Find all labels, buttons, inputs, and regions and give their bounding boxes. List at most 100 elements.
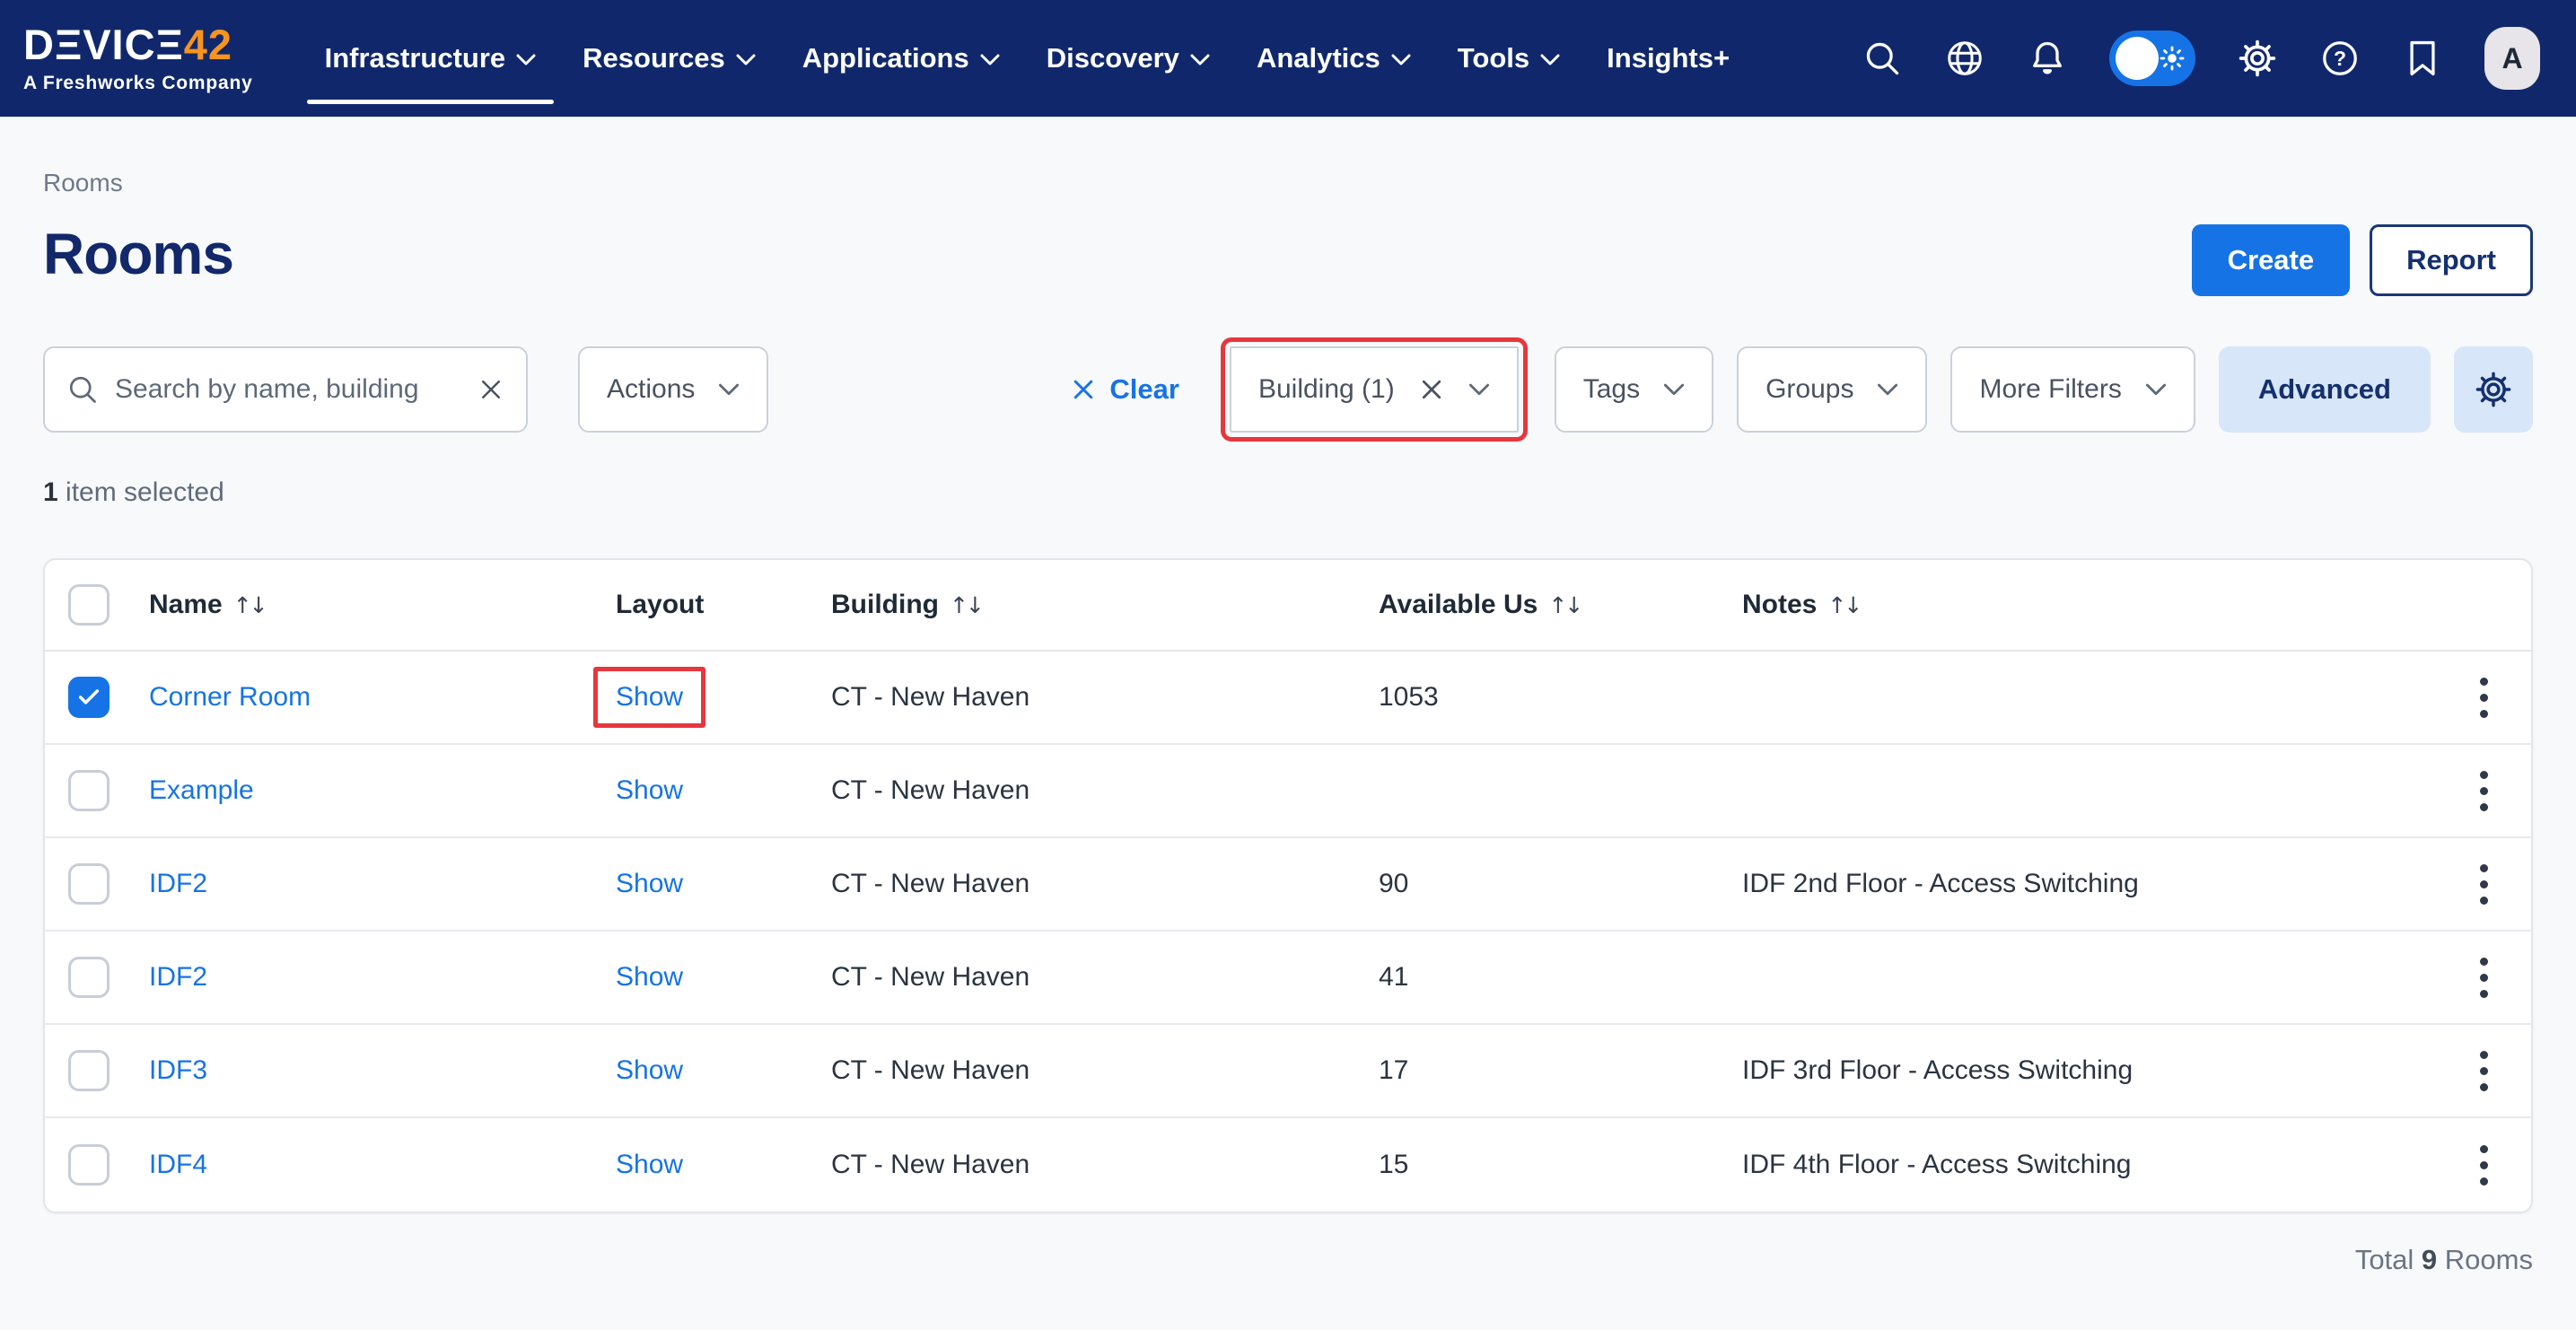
layout-show-link[interactable]: Show xyxy=(616,775,683,805)
search-icon[interactable] xyxy=(1862,38,1903,79)
building-filter-chip[interactable]: Building (1) xyxy=(1230,346,1519,433)
table-footer: Total 9 Rooms xyxy=(43,1244,2533,1276)
search-input[interactable] xyxy=(115,374,461,405)
select-all-checkbox[interactable] xyxy=(68,584,110,626)
nav-item-discovery[interactable]: Discovery xyxy=(1023,0,1233,117)
page-title: Rooms xyxy=(43,221,233,287)
create-button[interactable]: Create xyxy=(2192,224,2351,296)
layout-show-link[interactable]: Show xyxy=(616,869,683,898)
chevron-down-icon xyxy=(1190,54,1210,66)
column-header-building[interactable]: Building ↑↓ xyxy=(831,590,1379,620)
more-filters-label: More Filters xyxy=(1979,374,2121,405)
tags-filter-dropdown[interactable]: Tags xyxy=(1555,346,1713,433)
chevron-down-icon xyxy=(1540,54,1560,66)
room-name-link[interactable]: IDF3 xyxy=(149,1055,207,1085)
nav-item-applications[interactable]: Applications xyxy=(779,0,1023,117)
table-body: Corner Room Show CT - New Haven 1053 Exa… xyxy=(45,652,2531,1212)
table-settings-button[interactable] xyxy=(2454,346,2533,433)
column-label: Available Us xyxy=(1379,590,1538,620)
chevron-down-icon xyxy=(980,54,1000,66)
title-actions: Create Report xyxy=(2192,224,2533,296)
room-name-link[interactable]: Example xyxy=(149,775,254,805)
column-header-notes[interactable]: Notes ↑↓ xyxy=(1742,590,2441,620)
nav-item-label: Discovery xyxy=(1047,42,1179,74)
show-annotation-wrapper: Show xyxy=(616,962,683,993)
layout-show-link[interactable]: Show xyxy=(616,682,683,712)
row-menu-kebab-icon[interactable] xyxy=(2463,1044,2504,1098)
row-checkbox[interactable] xyxy=(68,1050,110,1091)
row-checkbox[interactable] xyxy=(68,863,110,905)
layout-show-link[interactable]: Show xyxy=(616,1150,683,1179)
report-button[interactable]: Report xyxy=(2370,224,2533,296)
title-row: Rooms Create Report xyxy=(43,221,2533,296)
column-label: Building xyxy=(831,590,939,620)
top-navbar: DΞVICΞ42 A Freshworks Company Infrastruc… xyxy=(0,0,2576,117)
available-cell: 17 xyxy=(1379,1055,1742,1086)
more-filters-dropdown[interactable]: More Filters xyxy=(1950,346,2195,433)
column-header-available[interactable]: Available Us ↑↓ xyxy=(1379,590,1742,620)
room-name-link[interactable]: IDF2 xyxy=(149,962,207,992)
notifications-bell-icon[interactable] xyxy=(2027,38,2068,79)
row-menu-kebab-icon[interactable] xyxy=(2463,857,2504,911)
layout-show-link[interactable]: Show xyxy=(616,962,683,992)
sort-icon[interactable]: ↑↓ xyxy=(950,592,982,618)
svg-text:?: ? xyxy=(2334,47,2346,70)
available-cell: 41 xyxy=(1379,962,1742,993)
row-menu-kebab-icon[interactable] xyxy=(2463,764,2504,818)
help-icon[interactable]: ? xyxy=(2319,38,2361,79)
show-annotation-wrapper: Show xyxy=(593,667,705,728)
remove-filter-x-icon[interactable] xyxy=(1418,376,1445,403)
table-header-row: Name ↑↓ Layout Building ↑↓ Available Us … xyxy=(45,560,2531,652)
actions-dropdown[interactable]: Actions xyxy=(578,346,768,433)
sort-icon[interactable]: ↑↓ xyxy=(1548,592,1581,618)
selection-label: item selected xyxy=(66,477,224,507)
nav-item-label: Resources xyxy=(583,42,725,74)
row-checkbox[interactable] xyxy=(68,1144,110,1186)
row-checkbox[interactable] xyxy=(68,677,110,718)
sort-icon[interactable]: ↑↓ xyxy=(233,592,266,618)
available-cell: 90 xyxy=(1379,869,1742,899)
nav-item-resources[interactable]: Resources xyxy=(559,0,779,117)
tags-label: Tags xyxy=(1583,374,1640,405)
row-menu-kebab-icon[interactable] xyxy=(2463,670,2504,724)
column-header-name[interactable]: Name ↑↓ xyxy=(149,590,616,620)
nav-item-insights[interactable]: Insights+ xyxy=(1583,0,1753,117)
user-avatar[interactable]: A xyxy=(2484,27,2540,90)
actions-label: Actions xyxy=(607,374,695,405)
globe-icon[interactable] xyxy=(1944,38,1985,79)
column-label: Layout xyxy=(616,590,704,620)
nav-item-analytics[interactable]: Analytics xyxy=(1233,0,1434,117)
chevron-down-icon xyxy=(1391,54,1411,66)
groups-filter-dropdown[interactable]: Groups xyxy=(1737,346,1927,433)
notes-cell: IDF 4th Floor - Access Switching xyxy=(1742,1150,2441,1180)
theme-toggle[interactable] xyxy=(2109,31,2195,86)
show-annotation-wrapper: Show xyxy=(616,775,683,806)
column-label: Notes xyxy=(1742,590,1817,620)
advanced-button[interactable]: Advanced xyxy=(2219,346,2431,433)
nav-item-tools[interactable]: Tools xyxy=(1434,0,1583,117)
search-box xyxy=(43,346,528,433)
table-row: IDF4 Show CT - New Haven 15 IDF 4th Floo… xyxy=(45,1118,2531,1212)
bookmark-icon[interactable] xyxy=(2402,38,2443,79)
device42-logo[interactable]: DΞVICΞ42 A Freshworks Company xyxy=(23,23,253,94)
logo-number-text: 42 xyxy=(184,21,232,68)
room-name-link[interactable]: Corner Room xyxy=(149,682,311,712)
nav-item-infrastructure[interactable]: Infrastructure xyxy=(302,0,560,117)
breadcrumb[interactable]: Rooms xyxy=(43,169,2533,197)
sort-icon[interactable]: ↑↓ xyxy=(1827,592,1860,618)
building-cell: CT - New Haven xyxy=(831,962,1379,993)
clear-filters-button[interactable]: Clear xyxy=(1070,373,1179,406)
table-row: IDF2 Show CT - New Haven 90 IDF 2nd Floo… xyxy=(45,838,2531,932)
row-menu-kebab-icon[interactable] xyxy=(2463,950,2504,1004)
row-checkbox[interactable] xyxy=(68,770,110,811)
nav-item-label: Applications xyxy=(802,42,969,74)
settings-gear-icon[interactable] xyxy=(2237,38,2278,79)
row-menu-kebab-icon[interactable] xyxy=(2463,1138,2504,1192)
row-checkbox[interactable] xyxy=(68,957,110,998)
layout-show-link[interactable]: Show xyxy=(616,1055,683,1085)
room-name-link[interactable]: IDF2 xyxy=(149,869,207,898)
room-name-link[interactable]: IDF4 xyxy=(149,1150,207,1179)
available-cell: 15 xyxy=(1379,1150,1742,1180)
building-filter-label: Building (1) xyxy=(1258,374,1395,405)
search-clear-icon[interactable] xyxy=(478,376,504,403)
